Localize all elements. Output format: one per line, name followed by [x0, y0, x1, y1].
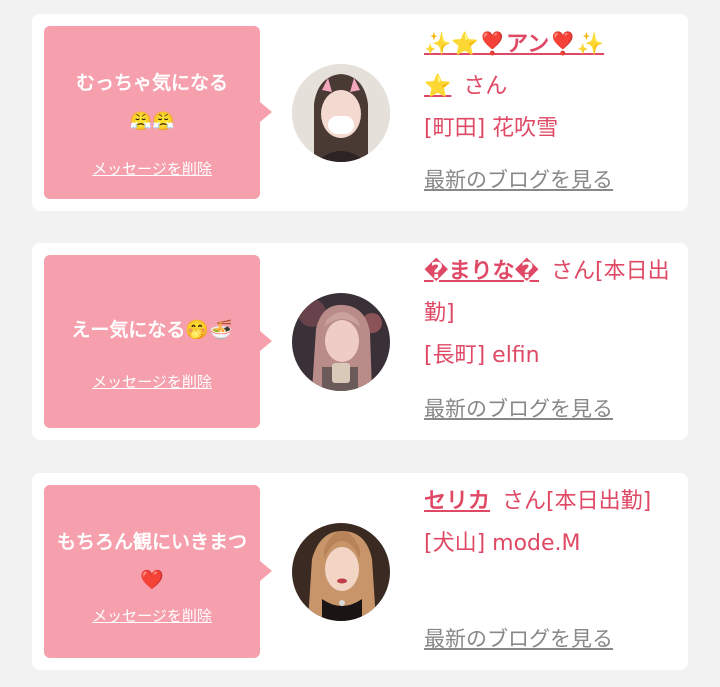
- message-body: むっちゃ気になる: [75, 72, 228, 94]
- name-line: セリカ さん[本日出勤]: [424, 481, 676, 523]
- message-bubble: もちろん観にいきまつ ❤️ メッセージを削除: [44, 485, 272, 658]
- message-card: えー気になる🤭🍜 メッセージを削除 �まりな� さん[本日出勤] [長町] elf…: [32, 243, 688, 440]
- face-hand-over-mouth-icon: 🤭🍜: [185, 319, 233, 341]
- honorific: さん: [463, 74, 508, 99]
- honorific: さん[本日出勤]: [502, 489, 652, 514]
- girl-name-link[interactable]: �まりな�: [424, 259, 539, 284]
- girl-name-link[interactable]: ✨⭐❣️アン❣️✨: [424, 32, 604, 57]
- shop-name: [犬山] mode.M: [424, 531, 581, 556]
- latest-blog-link[interactable]: 最新のブログを見る: [424, 393, 613, 423]
- avatar[interactable]: [292, 64, 390, 162]
- profile-info: ✨⭐❣️アン❣️✨ ⭐ さん [町田] 花吹雪: [424, 24, 676, 150]
- message-bubble: むっちゃ気になる 😤😤 メッセージを削除: [44, 26, 272, 199]
- profile-info: �まりな� さん[本日出勤] [長町] elfin: [424, 251, 676, 377]
- message-text: むっちゃ気になる 😤😤: [44, 64, 260, 141]
- message-text: えー気になる🤭🍜: [44, 311, 260, 349]
- pouting-face-icon: 😤😤: [129, 111, 175, 132]
- message-bubble: えー気になる🤭🍜 メッセージを削除: [44, 255, 272, 428]
- delete-message-link[interactable]: メッセージを削除: [44, 158, 260, 179]
- name-line: �まりな� さん[本日出勤]: [424, 251, 676, 335]
- message-text: もちろん観にいきまつ ❤️: [44, 523, 260, 599]
- message-body: もちろん観にいきまつ: [56, 531, 247, 553]
- avatar[interactable]: [292, 523, 390, 621]
- girl-name-link[interactable]: セリカ: [424, 489, 490, 514]
- name-line: ✨⭐❣️アン❣️✨ ⭐ さん: [424, 24, 676, 108]
- latest-blog-link[interactable]: 最新のブログを見る: [424, 164, 613, 194]
- message-body: えー気になる: [71, 319, 186, 341]
- red-heart-icon: ❤️: [140, 569, 164, 591]
- message-card: もちろん観にいきまつ ❤️ メッセージを削除 セリカ さん[本日出勤] [犬山] m…: [32, 473, 688, 670]
- shop-name: [長町] elfin: [424, 343, 540, 368]
- delete-message-link[interactable]: メッセージを削除: [44, 371, 260, 392]
- profile-info: セリカ さん[本日出勤] [犬山] mode.M: [424, 481, 676, 565]
- delete-message-link[interactable]: メッセージを削除: [44, 605, 260, 626]
- avatar[interactable]: [292, 293, 390, 391]
- latest-blog-link[interactable]: 最新のブログを見る: [424, 623, 613, 653]
- message-card: むっちゃ気になる 😤😤 メッセージを削除 ✨⭐❣️アン❣️✨ ⭐ さん [町田] …: [32, 14, 688, 211]
- shop-name: [町田] 花吹雪: [424, 116, 559, 141]
- girl-name-link-cont[interactable]: ⭐: [424, 74, 451, 99]
